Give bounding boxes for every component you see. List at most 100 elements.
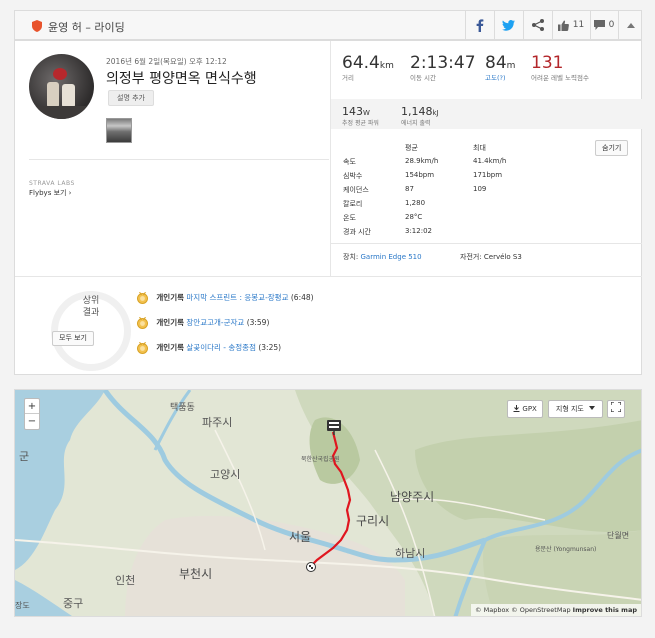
achievement-prefix: 개인기록 [156,293,184,302]
bike-info: 자전거: Cervélo S3 [460,252,522,262]
activity-header: 윤영 허 – 라이딩 11 0 [14,10,642,40]
elevation-stat: 84m 고도(?) [485,53,515,82]
kudos-count: 11 [572,20,585,30]
suffer-score-value: 131 [531,53,564,73]
row-label: 속도 [343,158,356,166]
twitter-icon [502,19,515,31]
row-label: 온도 [343,214,356,222]
map-label: 서울 [289,530,312,544]
column-header-max: 최대 [473,144,486,152]
medal-icon [137,317,148,329]
map-label: 인천 [115,574,136,587]
strava-labs-label: STRAVA LABS [29,180,75,187]
elevation-value: 84 [485,53,507,73]
kudos-button[interactable]: 11 [552,11,589,39]
distance-stat: 64.4km 거리 [342,53,394,82]
map-type-select[interactable]: 지형 지도 [548,400,603,418]
map-label: 부천시 [179,567,213,581]
avatar[interactable] [29,54,94,119]
gpx-download-button[interactable]: GPX [507,400,543,418]
achievement-prefix: 개인기록 [156,318,184,327]
improve-map-link[interactable]: Improve this map [573,606,637,614]
top-results-line2: 결과 [82,308,100,318]
flybys-link[interactable]: Flybys 보기 › [29,188,71,198]
fullscreen-button[interactable] [607,400,625,418]
divider [15,276,642,277]
activity-summary-card: 2016년 6월 2일(목요일) 오후 12:12 의정부 평양면옥 면식수행 … [14,40,642,375]
achievement-item: 개인기록 장안교고개-군자교 (3:59) [137,317,269,329]
medal-icon [137,292,148,304]
hide-button[interactable]: 숨기기 [595,140,629,156]
segment-link[interactable]: 살곶이다리 - 송정종점 [186,343,256,352]
elevation-label[interactable]: 고도(?) [485,74,515,82]
distance-unit: km [379,61,394,71]
energy-unit: kJ [432,109,439,117]
map-type-label: 지형 지도 [555,405,584,413]
share-button[interactable] [523,11,551,39]
row-label: 경과 시간 [343,228,371,236]
device-label: 장치: [343,253,359,261]
achievement-time: (3:25) [258,343,282,352]
route-map[interactable]: 파주시 택품동 고양시 남양주시 구리시 서울 하남시 부천시 인천 중구 군 … [14,389,642,617]
medal-icon [137,342,148,354]
activity-title: 의정부 평양면옥 면식수행 [106,71,257,87]
gpx-label: GPX [522,405,537,413]
achievement-prefix: 개인기록 [156,343,184,352]
power-unit: W [363,109,370,117]
twitter-share-button[interactable] [494,11,522,39]
row-label: 심박수 [343,172,363,180]
activity-photo-thumbnail[interactable] [106,118,132,143]
row-max: 171bpm [473,171,503,179]
comment-button[interactable]: 0 [590,11,617,39]
zoom-in-button[interactable]: + [25,399,39,414]
distance-label: 거리 [342,74,354,82]
share-icon [531,19,544,31]
segment-link[interactable]: 장안교고개-군자교 [186,318,244,327]
map-label: 단월면 [607,531,630,540]
zoom-control: + − [24,398,40,430]
divider [29,159,329,160]
map-label: 중구 [63,597,84,610]
row-avg: 28.9km/h [405,157,439,165]
zoom-out-button[interactable]: − [25,414,39,429]
moving-time-label: 이동 시간 [410,74,436,82]
row-max: 109 [473,185,487,193]
segment-link[interactable]: 마지막 스프린트 : 응봉교-장평교 [186,293,288,302]
power-stat: 143W 추정 평균 파워 [342,105,379,127]
finish-flag-icon [306,562,316,572]
chevron-up-icon [626,22,635,28]
map-attribution: © Mapbox © OpenStreetMap Improve this ma… [471,604,641,616]
energy-value: 1,148 [401,105,433,118]
row-avg: 87 [405,185,414,193]
activity-date: 2016년 6월 2일(목요일) 오후 12:12 [106,57,227,66]
attribution-mapbox[interactable]: © Mapbox [475,606,509,614]
map-label: 용문산 (Yongmunsan) [535,546,597,553]
map-label: 북한산국립공원 [301,456,340,463]
fullscreen-icon [610,401,622,413]
map-label: 파주시 [202,416,233,429]
moving-time-value: 2:13:47 [410,53,476,73]
facebook-share-button[interactable] [465,11,493,39]
row-label: 케이던스 [343,186,369,194]
achievement-time: (6:48) [290,293,314,302]
map-label: 하남시 [395,547,426,560]
achievement-item: 개인기록 살곶이다리 - 송정종점 (3:25) [137,342,281,354]
page-title: 윤영 허 – 라이딩 [48,21,125,34]
map-label: 남양주시 [390,490,435,504]
map-label: 구리시 [356,514,390,528]
map-label: 장도 [15,601,30,610]
row-avg: 154bpm [405,171,435,179]
facebook-icon [476,18,483,32]
add-description-button[interactable]: 설명 추가 [108,90,154,106]
collapse-button[interactable] [618,11,642,39]
download-icon [513,405,520,412]
caret-down-icon [589,406,596,410]
suffer-score-stat: 131 어려운 레벨 노력점수 [531,53,591,82]
achievement-item: 개인기록 마지막 스프린트 : 응봉교-장평교 (6:48) [137,292,314,304]
bike-value: Cervélo S3 [483,253,522,261]
power-label: 추정 평균 파워 [342,120,379,127]
energy-stat: 1,148kJ 에너지 출력 [401,105,439,127]
view-all-button[interactable]: 모두 보기 [52,331,94,346]
attribution-osm[interactable]: © OpenStreetMap [511,606,570,614]
device-link[interactable]: Garmin Edge 510 [360,253,421,261]
